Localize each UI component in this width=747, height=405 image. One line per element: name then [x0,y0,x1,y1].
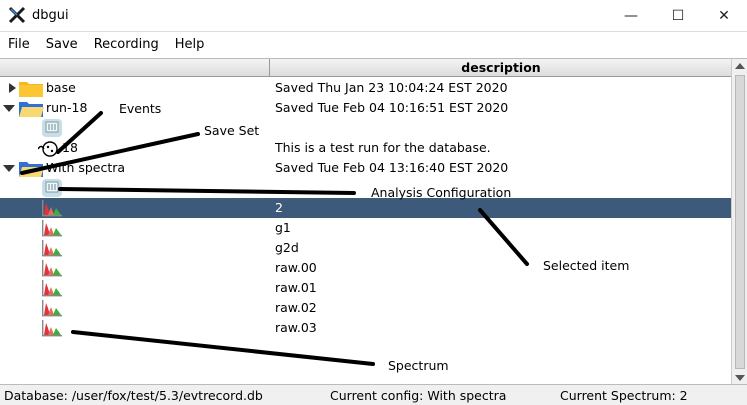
menu-save[interactable]: Save [38,33,86,57]
status-current-config: Current config: With spectra [330,388,507,403]
tree-row-spectrum-raw03[interactable]: raw.03 [0,318,731,338]
spectrum-icon [42,240,62,257]
events-icon [42,119,62,137]
tree-row-18[interactable]: 18 This is a test run for the database. [0,138,731,158]
tree-row-spectrum-g1[interactable]: g1 [0,218,731,238]
tree-item-description: This is a test run for the database. [275,140,491,155]
scrollbar-thumb[interactable] [735,75,745,369]
tree-item-description: 2 [275,200,283,215]
tree-item-description: Saved Tue Feb 04 13:16:40 EST 2020 [275,160,509,175]
collapse-arrow-icon[interactable] [3,165,15,172]
menu-file[interactable]: File [0,33,38,57]
tree-item-description: raw.03 [275,320,317,335]
menu-help[interactable]: Help [167,33,213,57]
window-title: dbgui [32,8,69,23]
tree-row-spectrum-raw02[interactable]: raw.02 [0,298,731,318]
tree-row-events[interactable] [0,118,731,138]
tree-row-analysis-configuration[interactable] [0,178,731,198]
spectrum-icon [42,260,62,277]
tree-item-label: base [46,80,76,95]
title-bar: dbgui — ☐ ✕ [0,0,747,32]
folder-icon [19,82,43,97]
annotation-events: Events [119,101,162,116]
x-app-icon [8,6,26,24]
scroll-down-icon[interactable] [735,375,745,381]
menu-recording[interactable]: Recording [86,33,167,57]
tree-item-description: raw.01 [275,280,317,295]
annotation-save-set: Save Set [204,123,260,138]
spectrum-icon [42,200,62,217]
close-button[interactable]: ✕ [701,0,747,31]
minimize-button[interactable]: — [608,0,654,31]
spectrum-icon [42,280,62,297]
tree-item-label: run-18 [46,100,88,115]
menu-bar: File Save Recording Help [0,33,747,57]
tree-row-spectrum-2[interactable]: 2 [0,198,731,218]
tree-item-description: raw.02 [275,300,317,315]
spectrum-icon [42,220,62,237]
spectrum-icon [42,320,62,337]
tree-row-spectrum-raw01[interactable]: raw.01 [0,278,731,298]
open-folder-icon [19,162,44,177]
status-database: Database: /user/fox/test/5.3/evtrecord.d… [4,388,263,403]
configuration-icon [42,179,62,197]
tree-item-description: Saved Thu Jan 23 10:04:24 EST 2020 [275,80,508,95]
header-column-name[interactable] [0,59,270,77]
tree-header: description [0,59,731,77]
annotation-selected-item: Selected item [543,258,630,273]
tree-item-description: Saved Tue Feb 04 10:16:51 EST 2020 [275,100,509,115]
tree-row-spectrum-g2d[interactable]: g2d [0,238,731,258]
status-bar: Database: /user/fox/test/5.3/evtrecord.d… [0,384,747,405]
annotation-analysis-configuration: Analysis Configuration [371,185,512,200]
tree-item-label: With spectra [46,160,126,175]
collapse-arrow-icon[interactable] [3,105,15,112]
open-folder-icon [19,102,44,117]
header-column-description[interactable]: description [271,59,731,77]
scroll-up-icon[interactable] [735,63,745,69]
tree-row-run-18[interactable]: run-18 Saved Tue Feb 04 10:16:51 EST 202… [0,98,731,118]
tree-row-with-spectra[interactable]: With spectra Saved Tue Feb 04 13:16:40 E… [0,158,731,178]
annotation-spectrum: Spectrum [388,358,449,373]
maximize-button[interactable]: ☐ [655,0,701,31]
tree-item-description: raw.00 [275,260,317,275]
status-current-spectrum: Current Spectrum: 2 [560,388,688,403]
tree-row-base[interactable]: base Saved Thu Jan 23 10:04:24 EST 2020 [0,78,731,98]
tree-view[interactable]: description base Saved Thu Jan 23 10:04:… [0,58,747,385]
spectrum-icon [42,300,62,317]
run-icon [38,141,58,157]
tree-item-label: 18 [62,140,78,155]
expand-arrow-icon[interactable] [9,83,16,93]
tree-item-description: g1 [275,220,291,235]
vertical-scrollbar[interactable] [731,59,747,385]
tree-item-description: g2d [275,240,299,255]
